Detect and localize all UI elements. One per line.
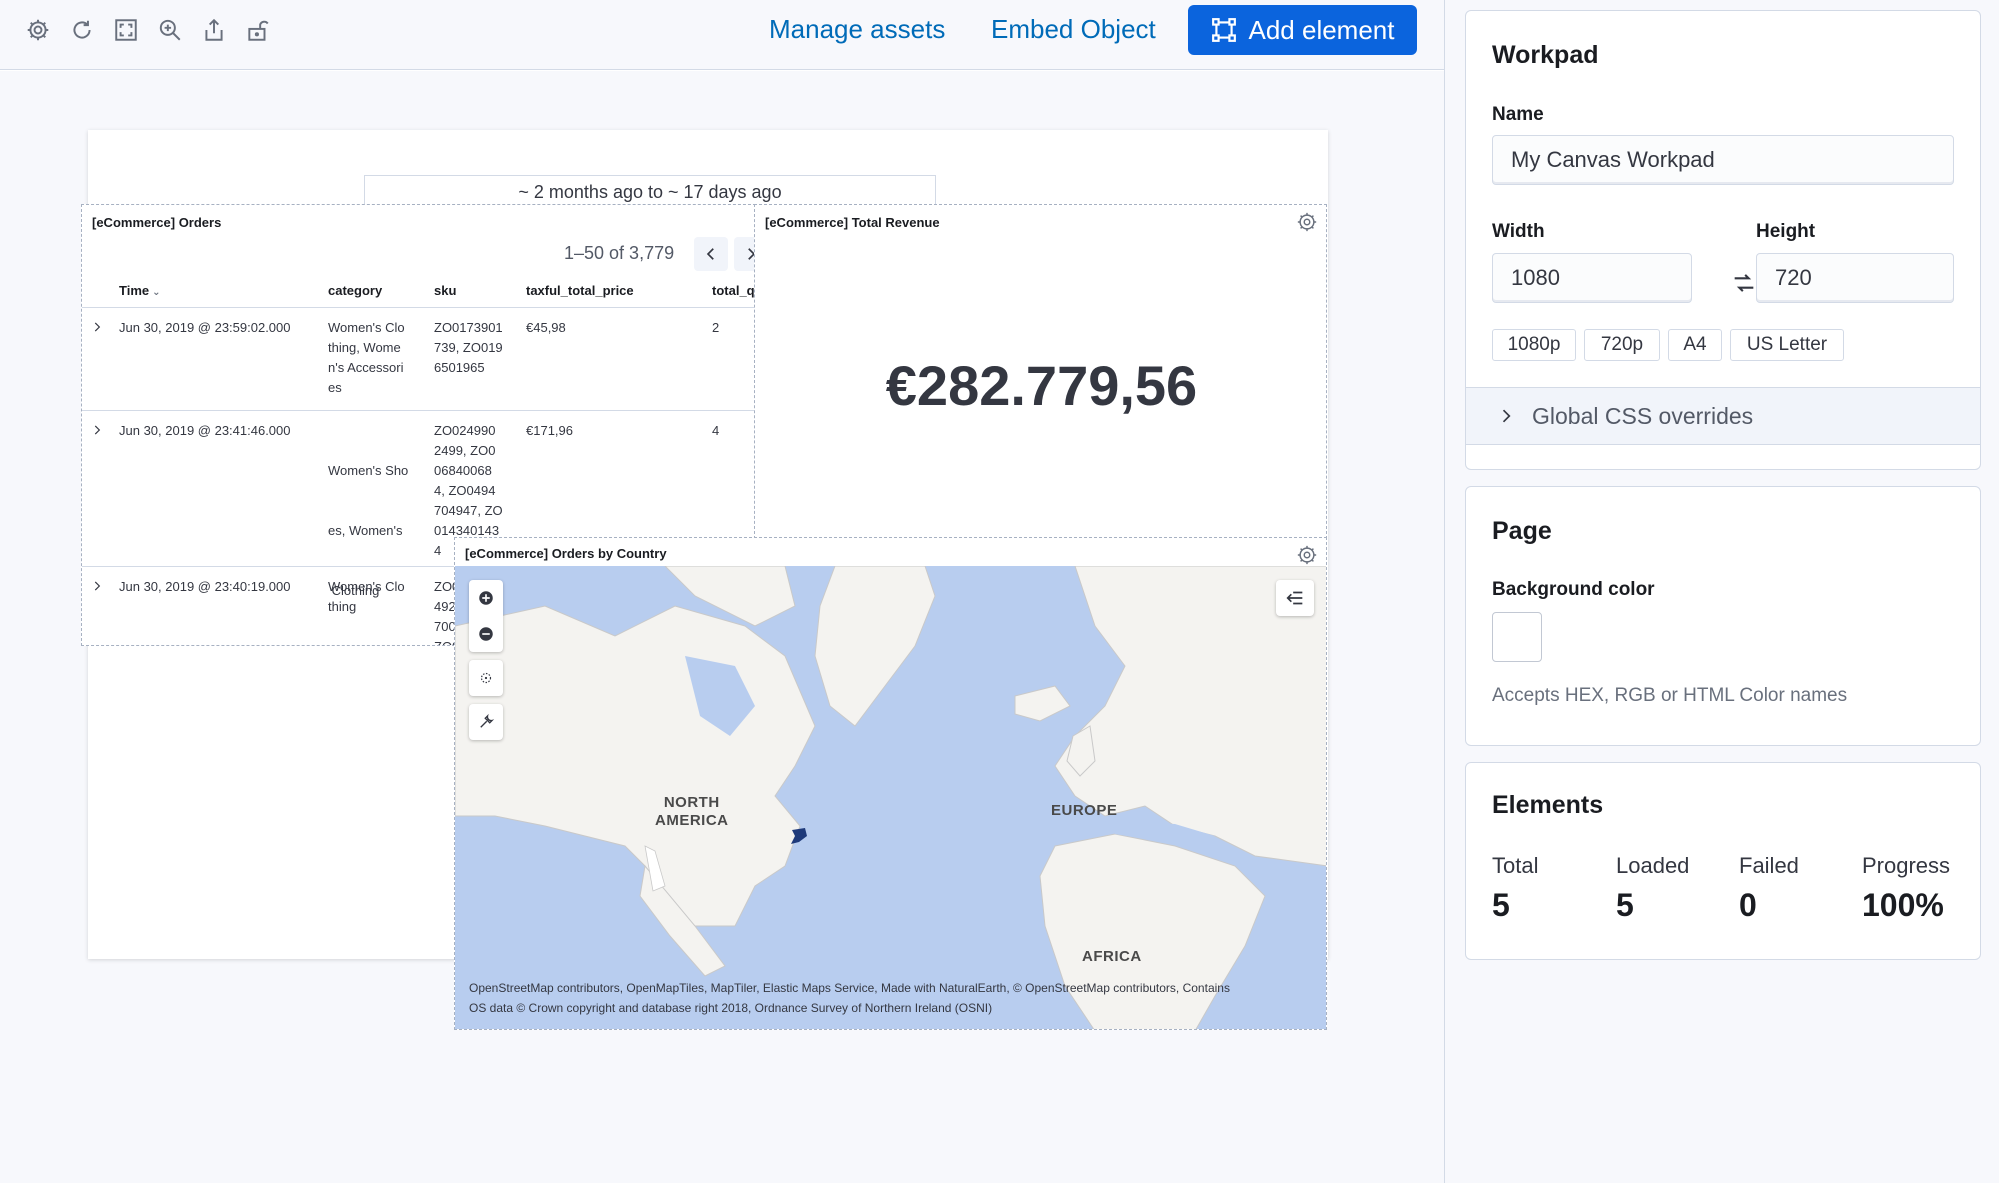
- wrench-icon: [480, 713, 495, 728]
- zoom-out-button[interactable]: [469, 616, 503, 652]
- chevron-right-icon: [1502, 409, 1511, 423]
- fullscreen-icon[interactable]: [110, 14, 142, 46]
- workpad-settings-card: Workpad Name Width Height 1080p 720p A4 …: [1465, 10, 1981, 470]
- zoom-icon[interactable]: [154, 14, 186, 46]
- plus-icon: [479, 591, 493, 605]
- crosshair-icon: [480, 672, 492, 684]
- cell-time: Jun 30, 2019 @ 23:41:46.000: [119, 423, 291, 438]
- add-element-icon: [1211, 18, 1236, 42]
- gear-icon[interactable]: [1296, 544, 1318, 566]
- table-row[interactable]: Jun 30, 2019 @ 23:59:02.000 Women's Clo …: [82, 308, 760, 411]
- elements-title: Elements: [1492, 791, 1604, 819]
- background-color-label: Background color: [1492, 579, 1655, 600]
- minus-icon: [479, 627, 493, 641]
- name-label: Name: [1492, 104, 1544, 125]
- sort-down-icon: ⌄: [152, 287, 161, 298]
- map-attribution: OpenStreetMap contributors, OpenMapTiles…: [469, 981, 1230, 1015]
- column-header-category[interactable]: category: [328, 283, 382, 298]
- chevron-left-icon: [706, 248, 714, 260]
- swap-dimensions-icon[interactable]: [1730, 269, 1758, 297]
- cell-time: Jun 30, 2019 @ 23:40:19.000: [119, 579, 291, 594]
- global-css-overrides-label: Global CSS overrides: [1532, 402, 1754, 429]
- map-panel-title: [eCommerce] Orders by Country: [465, 546, 667, 561]
- preset-us-letter-button[interactable]: US Letter: [1730, 329, 1844, 361]
- cell-time: Jun 30, 2019 @ 23:59:02.000: [119, 320, 291, 335]
- revenue-panel-title: [eCommerce] Total Revenue: [765, 215, 940, 230]
- cell-quantity: 2: [712, 320, 720, 335]
- share-icon[interactable]: [198, 14, 230, 46]
- width-label: Width: [1492, 221, 1545, 242]
- fit-to-data-button[interactable]: [469, 660, 503, 696]
- color-help-text: Accepts HEX, RGB or HTML Color names: [1492, 685, 1848, 706]
- stat-progress: Progress 100%: [1862, 853, 1951, 923]
- width-input[interactable]: [1492, 253, 1692, 303]
- stat-loaded: Loaded 5: [1616, 853, 1690, 923]
- column-header-quantity[interactable]: total_q: [712, 283, 755, 298]
- world-map: [455, 566, 1326, 1029]
- column-header-sku[interactable]: sku: [434, 283, 456, 298]
- background-color-swatch[interactable]: [1492, 612, 1542, 662]
- map-label-north-america: NORTH AMERICA: [655, 794, 729, 829]
- cell-price: €45,98: [526, 320, 566, 335]
- gear-icon[interactable]: [1296, 211, 1318, 233]
- tools-control: [469, 704, 503, 740]
- right-sidebar: Workpad Name Width Height 1080p 720p A4 …: [1444, 0, 1999, 1183]
- map-label-europe: EUROPE: [1051, 802, 1118, 819]
- preset-720p-button[interactable]: 720p: [1584, 329, 1660, 361]
- global-css-overrides-toggle[interactable]: Global CSS overrides: [1466, 387, 1980, 445]
- layer-control-button[interactable]: [1276, 580, 1314, 616]
- lock-icon[interactable]: [242, 14, 274, 46]
- elements-stats-card: Elements Total 5 Loaded 5 Failed 0 Progr…: [1465, 762, 1981, 960]
- embed-object-link[interactable]: Embed Object: [991, 14, 1156, 45]
- cell-sku: ZO0173901 739, ZO019 6501965: [434, 320, 503, 375]
- zoom-controls: [469, 580, 503, 652]
- map-tools-button[interactable]: [469, 704, 503, 740]
- menu-collapse-icon: [1286, 591, 1303, 605]
- orders-panel-title: [eCommerce] Orders: [92, 215, 222, 230]
- column-header-price[interactable]: taxful_total_price: [526, 283, 634, 298]
- zoom-in-button[interactable]: [469, 580, 503, 616]
- add-element-label: Add element: [1248, 14, 1395, 45]
- cell-category: Women's Clo thing: [328, 579, 405, 614]
- cell-price: €171,96: [526, 423, 573, 438]
- page-settings-card: Page Background color Accepts HEX, RGB o…: [1465, 486, 1981, 746]
- expand-row-icon[interactable]: [90, 423, 104, 437]
- workpad-title: Workpad: [1492, 41, 1599, 69]
- cell-category: Women's Clo thing, Wome n's Accessori es: [328, 320, 405, 395]
- orders-by-country-map-panel[interactable]: [eCommerce] Orders by Country NORTH AMER…: [454, 537, 1327, 1030]
- preset-a4-button[interactable]: A4: [1668, 329, 1722, 361]
- pagination-text: 1–50 of 3,779: [564, 243, 675, 263]
- expand-row-icon[interactable]: [90, 320, 104, 334]
- workpad-name-input[interactable]: [1492, 135, 1954, 185]
- revenue-metric-value: €282.779,56: [885, 354, 1198, 417]
- preset-1080p-button[interactable]: 1080p: [1492, 329, 1576, 361]
- fit-bounds-control: [469, 660, 503, 696]
- page-title: Page: [1492, 517, 1552, 545]
- top-toolbar: Manage assets Embed Object Add element: [0, 0, 1444, 70]
- map-label-africa: AFRICA: [1082, 948, 1142, 965]
- height-label: Height: [1756, 221, 1816, 242]
- manage-assets-link[interactable]: Manage assets: [769, 14, 945, 45]
- height-input[interactable]: [1756, 253, 1954, 303]
- cell-quantity: 4: [712, 423, 720, 438]
- stat-failed: Failed 0: [1739, 853, 1799, 923]
- stat-total: Total 5: [1492, 853, 1539, 923]
- map-canvas[interactable]: NORTH AMERICA EUROPE AFRICA OpenStreetMa…: [455, 566, 1326, 1029]
- refresh-icon[interactable]: [66, 14, 98, 46]
- add-element-button[interactable]: Add element: [1188, 5, 1417, 55]
- prev-page-button[interactable]: [694, 237, 728, 271]
- time-filter[interactable]: ~ 2 months ago to ~ 17 days ago: [364, 175, 936, 207]
- settings-icon[interactable]: [22, 14, 54, 46]
- column-header-time[interactable]: Time ⌄: [119, 283, 161, 298]
- total-revenue-panel[interactable]: [eCommerce] Total Revenue €282.779,56: [754, 204, 1327, 539]
- expand-row-icon[interactable]: [90, 579, 104, 593]
